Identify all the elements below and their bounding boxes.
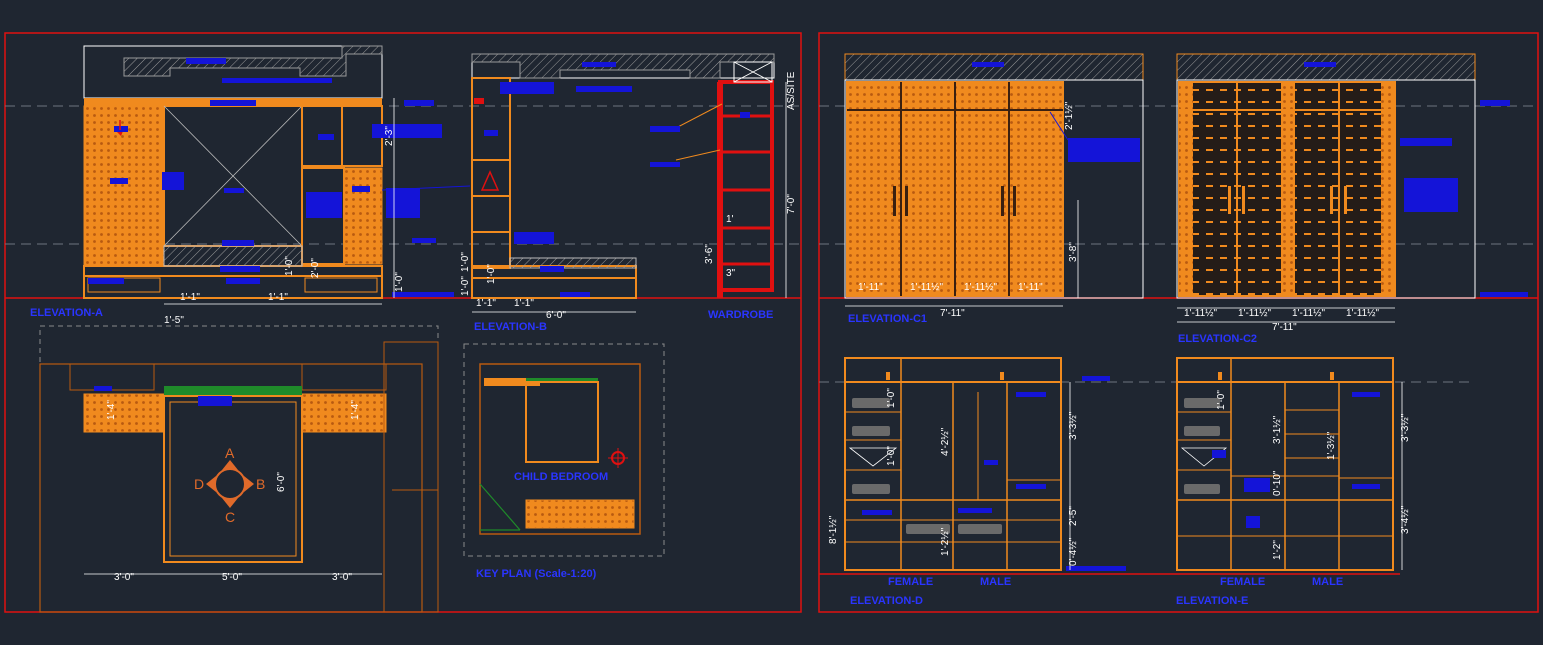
compass-west: D — [194, 476, 204, 492]
elevation-b[interactable]: 6'-0" 1'-1" 1'-1" 1'-0" 1'-0" 1'-0" AS/S… — [460, 53, 797, 333]
dim-segment-1: 1'-11½" — [1184, 308, 1218, 319]
cane-panel-right — [343, 167, 383, 265]
plan-boundary — [39, 325, 439, 613]
dim-inner-b: 1'-0" — [1216, 390, 1227, 410]
dim-base: 1'-0" — [284, 256, 295, 276]
dim-height-a: 1'-0" — [460, 252, 471, 272]
elevation-e[interactable]: 3'-3½" 3'-4½" 3'-1½" 1'-0" 1'-2" 1'-3½" … — [1176, 357, 1411, 607]
dim-width-left: 1'-1" — [180, 292, 200, 303]
dim-segment-2: 1'-11½" — [910, 282, 944, 293]
side-table-right — [301, 393, 387, 433]
elevation-c2[interactable]: 1'-11½" 1'-11½" 1'-11½" 1'-11½" 7'-11" E… — [1176, 53, 1528, 345]
compass-east: B — [256, 476, 265, 492]
dim-top: 2'-3" — [384, 126, 395, 146]
dim-inner-e: 0'-10" — [1272, 470, 1283, 496]
compass-rose: A B C D — [194, 445, 265, 525]
label-male: MALE — [1312, 576, 1343, 588]
dim-left: 1'-1" — [476, 298, 496, 309]
dim-segment-4: 1'-11½" — [1346, 308, 1380, 319]
room-label: CHILD BEDROOM — [514, 471, 608, 483]
side-table-left — [83, 393, 165, 433]
dim-segment-3: 1'-11½" — [964, 282, 998, 293]
dim-total: 6'-0" — [546, 310, 566, 321]
key-plan[interactable]: CHILD BEDROOM KEY PLAN (Scale-1:20) — [463, 343, 665, 580]
dim-inner-c: 1'-2" — [1272, 540, 1283, 560]
dim-inner-e: 0'-4½" — [1068, 537, 1079, 566]
dim-mid: 2'-0" — [310, 258, 321, 278]
dim-base: 3" — [726, 268, 736, 279]
compass-north: A — [225, 445, 235, 461]
elevation-a-title: ELEVATION-A — [30, 307, 103, 319]
headboard — [164, 386, 302, 396]
dim-width-right: 1'-1" — [268, 292, 288, 303]
dim-lower: 2'-5" — [1068, 506, 1079, 526]
elevation-c2-title: ELEVATION-C2 — [1178, 333, 1257, 345]
cad-drawing-canvas[interactable]: 2'-3" 2'-0" 1'-0" 1'-0" 1'-1" 1'-1" 1'-5… — [0, 0, 1543, 645]
false-ceiling-hatch — [471, 53, 775, 79]
elevation-b-title: ELEVATION-B — [474, 321, 547, 333]
dim-left: 8'-1½" — [828, 515, 839, 544]
dim-segment-1: 1'-11" — [858, 282, 883, 293]
dim-inner-a: 4'-2½" — [940, 427, 951, 456]
dim-inner-b: 1'-0" — [886, 388, 897, 408]
dim-segment-2: 1'-11½" — [1238, 308, 1272, 319]
dim-lower: 3'-4½" — [1400, 505, 1411, 534]
dim-depth: 6'-0" — [276, 472, 287, 492]
dim-total: 7'-11" — [1272, 322, 1297, 333]
elevation-e-title: ELEVATION-E — [1176, 595, 1248, 607]
mattress — [163, 245, 303, 267]
dim-inner-c: 1'-0" — [886, 446, 897, 466]
mattress — [509, 257, 637, 269]
wardrobe-label: WARDROBE — [708, 309, 773, 321]
bed-plan[interactable]: A B C D 3'-0" 5'-0" 3'-0" 6'-0" 1'-4" 1'… — [39, 325, 439, 613]
key-wardrobe — [525, 499, 635, 529]
dim-side-right: 1'-4" — [350, 400, 361, 420]
dim-full-height: 7'-0" — [786, 194, 797, 214]
dim-side-left: 1'-4" — [106, 400, 117, 420]
label-male: MALE — [980, 576, 1011, 588]
label-female: FEMALE — [888, 576, 933, 588]
dim-height-b: 1'-0" — [460, 276, 471, 296]
dim-inner-d: 1'-2½" — [940, 527, 951, 556]
elevation-c1-title: ELEVATION-C1 — [848, 313, 927, 325]
dim-left: 3'-0" — [114, 572, 134, 583]
dim-total: 7'-11" — [940, 308, 965, 319]
label-female: FEMALE — [1220, 576, 1265, 588]
dim-shelf: 1'-0" — [394, 272, 405, 292]
false-ceiling-hatch — [123, 45, 383, 77]
key-plan-title: KEY PLAN (Scale-1:20) — [476, 568, 597, 580]
dim-inner-a: 3'-1½" — [1272, 415, 1283, 444]
dim-as-site: AS/SITE — [786, 71, 797, 110]
elevation-d-title: ELEVATION-D — [850, 595, 923, 607]
dim-center: 5'-0" — [222, 572, 242, 583]
dim-inner-d: 1'-3½" — [1326, 431, 1337, 460]
dim-segment-4: 1'-11" — [1018, 282, 1043, 293]
sheet-2: 1'-11" 1'-11½" 1'-11½" 1'-11" 7'-11" 2'-… — [818, 32, 1539, 613]
dim-height: 3'-8" — [1068, 242, 1079, 262]
dim-right: 3'-0" — [332, 572, 352, 583]
dim-height-c: 1'-0" — [486, 264, 497, 284]
dim-right: 1'-1" — [514, 298, 534, 309]
compass-south: C — [225, 509, 235, 525]
dim-upper: 3'-3½" — [1400, 413, 1411, 442]
elevation-d[interactable]: 3'-3½" 2'-5" 8'-1½" 4'-2½" 1'-0" 1'-0" 1… — [828, 357, 1126, 607]
elevation-c1[interactable]: 1'-11" 1'-11½" 1'-11½" 1'-11" 7'-11" 2'-… — [844, 53, 1144, 325]
dim-top: 2'-1½" — [1064, 101, 1075, 130]
dim-foot: 1'-5" — [164, 315, 184, 326]
elevation-a[interactable]: 2'-3" 2'-0" 1'-0" 1'-0" 1'-1" 1'-1" 1'-5… — [30, 45, 471, 326]
sheet-1: 2'-3" 2'-0" 1'-0" 1'-0" 1'-1" 1'-1" 1'-5… — [4, 32, 802, 613]
key-bed — [525, 381, 599, 463]
dim-segment-3: 1'-11½" — [1292, 308, 1326, 319]
dim-low: 3'-6" — [704, 244, 715, 264]
dim-top: 1' — [726, 214, 734, 225]
dim-upper: 3'-3½" — [1068, 411, 1079, 440]
